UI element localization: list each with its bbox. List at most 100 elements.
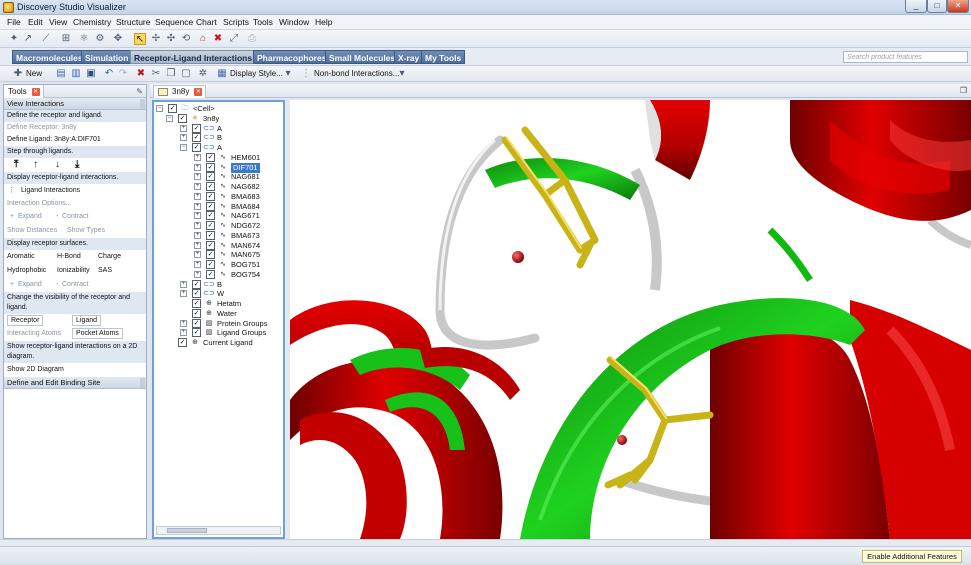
tree-node-current-ligand[interactable]: ✓ ⊕ Current Ligand — [154, 338, 282, 348]
paste-icon[interactable]: ▢ — [180, 68, 192, 80]
charge-link[interactable]: Charge — [98, 250, 121, 264]
expand-icon[interactable]: + — [180, 319, 187, 327]
select-pointer-icon[interactable]: ↖ — [134, 33, 146, 45]
tab-simulation[interactable]: Simulation — [81, 50, 133, 64]
tree-node-het-man674[interactable]: + ✓ ∿ MAN674 — [154, 240, 282, 251]
settings-icon[interactable]: ✲ — [197, 68, 209, 80]
visibility-checkbox[interactable]: ✓ — [206, 221, 215, 230]
center-icon[interactable]: ✥ — [112, 33, 124, 45]
tree-node-chain-a[interactable]: + ✓ ⊂⊃ A — [154, 123, 282, 134]
clean-geometry-icon[interactable]: ⚙ — [94, 33, 106, 45]
contract-link-2[interactable]: Contract — [62, 278, 88, 292]
expand-icon[interactable]: + — [180, 124, 187, 132]
expand-link-2[interactable]: Expand — [18, 278, 42, 292]
tab-xray[interactable]: X-ray — [394, 50, 424, 64]
expand-icon[interactable]: + — [194, 231, 201, 239]
menu-chemistry[interactable]: Chemistry — [73, 17, 111, 27]
expand-icon[interactable]: + — [194, 251, 201, 259]
visibility-checkbox[interactable]: ✓ — [206, 201, 215, 211]
define-receptor-link[interactable]: Define Receptor: 3n8y — [4, 122, 146, 134]
tree-node-het-dif701[interactable]: + ✓ ∿ DIF701 — [154, 162, 282, 173]
expand-icon[interactable]: + — [194, 261, 201, 268]
home-icon[interactable]: ⌂ — [197, 33, 209, 45]
tree-node-het-bma684[interactable]: + ✓ ∿ BMA684 — [154, 201, 282, 212]
collapse-icon[interactable]: − — [180, 144, 187, 151]
menu-help[interactable]: Help — [315, 17, 332, 27]
visibility-checkbox[interactable]: ✓ — [192, 279, 201, 289]
nonbond-interactions-button[interactable]: Non-bond Interactions... — [314, 69, 399, 78]
visibility-checkbox[interactable]: ✓ — [206, 269, 215, 279]
tab-pharmacophores[interactable]: Pharmacophores — [253, 50, 331, 64]
tab-macromolecules[interactable]: Macromolecules — [12, 50, 87, 64]
visibility-checkbox[interactable]: ✓ — [192, 318, 201, 328]
tree-node-het-nag681[interactable]: + ✓ ∿ NAG681 — [154, 172, 282, 182]
section-define-binding-site[interactable]: Define and Edit Binding Site — [4, 377, 146, 389]
scrollbar[interactable] — [140, 378, 145, 388]
tree-node-chain-w[interactable]: + ✓ ⊂⊃ W — [154, 289, 282, 299]
hydrophobic-link[interactable]: Hydrophobic — [7, 267, 46, 274]
bottom-sash[interactable] — [0, 539, 971, 546]
fragment-icon[interactable]: ⊞ — [60, 33, 72, 45]
tree-node-chain-b[interactable]: + ✓ ⊂⊃ B — [154, 133, 282, 143]
nonbond-icon[interactable]: ⋮ — [300, 68, 312, 80]
menu-window[interactable]: Window — [279, 17, 309, 27]
ionizability-link[interactable]: Ionizability — [57, 264, 90, 278]
copy-icon[interactable]: ❐ — [165, 68, 177, 80]
menu-view[interactable]: View — [49, 17, 67, 27]
display-style-button[interactable]: Display Style... — [230, 69, 283, 78]
visibility-checkbox[interactable]: ✓ — [206, 240, 215, 250]
visibility-checkbox[interactable]: ✓ — [168, 104, 177, 113]
tab-small-molecules[interactable]: Small Molecules — [325, 50, 400, 64]
ligand-tab[interactable]: Ligand — [72, 315, 102, 326]
show-types-link[interactable]: Show Types — [67, 224, 105, 238]
pin-icon[interactable]: ✎ — [136, 87, 143, 96]
tree-node-ligand-groups[interactable]: + ✓ ▨ Ligand Groups — [154, 328, 282, 338]
interacting-atoms-link[interactable]: Interacting Atoms — [7, 328, 61, 340]
menu-scripts[interactable]: Scripts — [223, 17, 249, 27]
expand-icon[interactable]: + — [194, 173, 201, 181]
expand-link-1[interactable]: Expand — [18, 210, 42, 224]
new-button[interactable]: New — [26, 69, 42, 78]
menu-file[interactable]: File — [7, 17, 21, 27]
menu-sequence[interactable]: Sequence — [155, 17, 193, 27]
receptor-tab[interactable]: Receptor — [7, 315, 44, 326]
last-ligand-icon[interactable]: ⤓ — [75, 159, 79, 170]
next-ligand-icon[interactable]: ↓ — [55, 159, 60, 170]
translate-icon[interactable]: ✢ — [150, 33, 162, 45]
expand-icon[interactable]: + — [194, 153, 201, 161]
visibility-checkbox[interactable]: ✓ — [192, 143, 201, 152]
sas-link[interactable]: SAS — [98, 264, 112, 278]
save-icon[interactable]: ▣ — [85, 68, 97, 80]
scrollbar-thumb[interactable] — [167, 528, 207, 533]
visibility-checkbox[interactable]: ✓ — [192, 308, 201, 318]
visibility-checkbox[interactable]: ✓ — [206, 211, 215, 221]
add-hydrogen-icon[interactable]: ✦ — [8, 33, 20, 45]
visibility-checkbox[interactable]: ✓ — [206, 191, 215, 201]
print-icon[interactable]: ⎙ — [246, 33, 258, 45]
tab-my-tools[interactable]: My Tools — [421, 50, 466, 64]
interaction-options-link[interactable]: Interaction Options... — [4, 198, 146, 210]
visibility-checkbox[interactable]: ✓ — [206, 152, 215, 162]
expand-icon[interactable]: + — [180, 329, 187, 337]
close-tab-icon[interactable]: ✕ — [31, 88, 40, 96]
visibility-checkbox[interactable]: ✓ — [192, 123, 201, 133]
menu-tools[interactable]: Tools — [253, 17, 273, 27]
redo-icon[interactable]: ↷ — [117, 68, 129, 80]
expand-icon[interactable]: + — [194, 183, 201, 190]
visibility-checkbox[interactable]: ✓ — [192, 299, 201, 308]
visibility-checkbox[interactable]: ✓ — [178, 113, 187, 123]
hbond-link[interactable]: H-Bond — [57, 250, 81, 264]
molecule-rendering[interactable] — [290, 100, 971, 539]
visibility-checkbox[interactable]: ✓ — [178, 338, 187, 347]
visibility-checkbox[interactable]: ✓ — [206, 230, 215, 240]
menu-structure[interactable]: Structure — [116, 17, 151, 27]
tree-node-water[interactable]: ✓ ⊕ Water — [154, 308, 282, 319]
open-icon[interactable]: ▤ — [55, 68, 67, 80]
ligand-interactions-link[interactable]: Ligand Interactions — [21, 187, 80, 194]
fit-to-screen-icon[interactable]: ⤢ — [228, 33, 240, 45]
visibility-checkbox[interactable]: ✓ — [192, 328, 201, 338]
show-distances-link[interactable]: Show Distances — [7, 227, 57, 234]
reset-view-icon[interactable]: ✖ — [212, 33, 224, 45]
tree-node-chain-a-het[interactable]: − ✓ ⊂⊃ A — [154, 143, 282, 153]
visibility-checkbox[interactable]: ✓ — [192, 133, 201, 143]
